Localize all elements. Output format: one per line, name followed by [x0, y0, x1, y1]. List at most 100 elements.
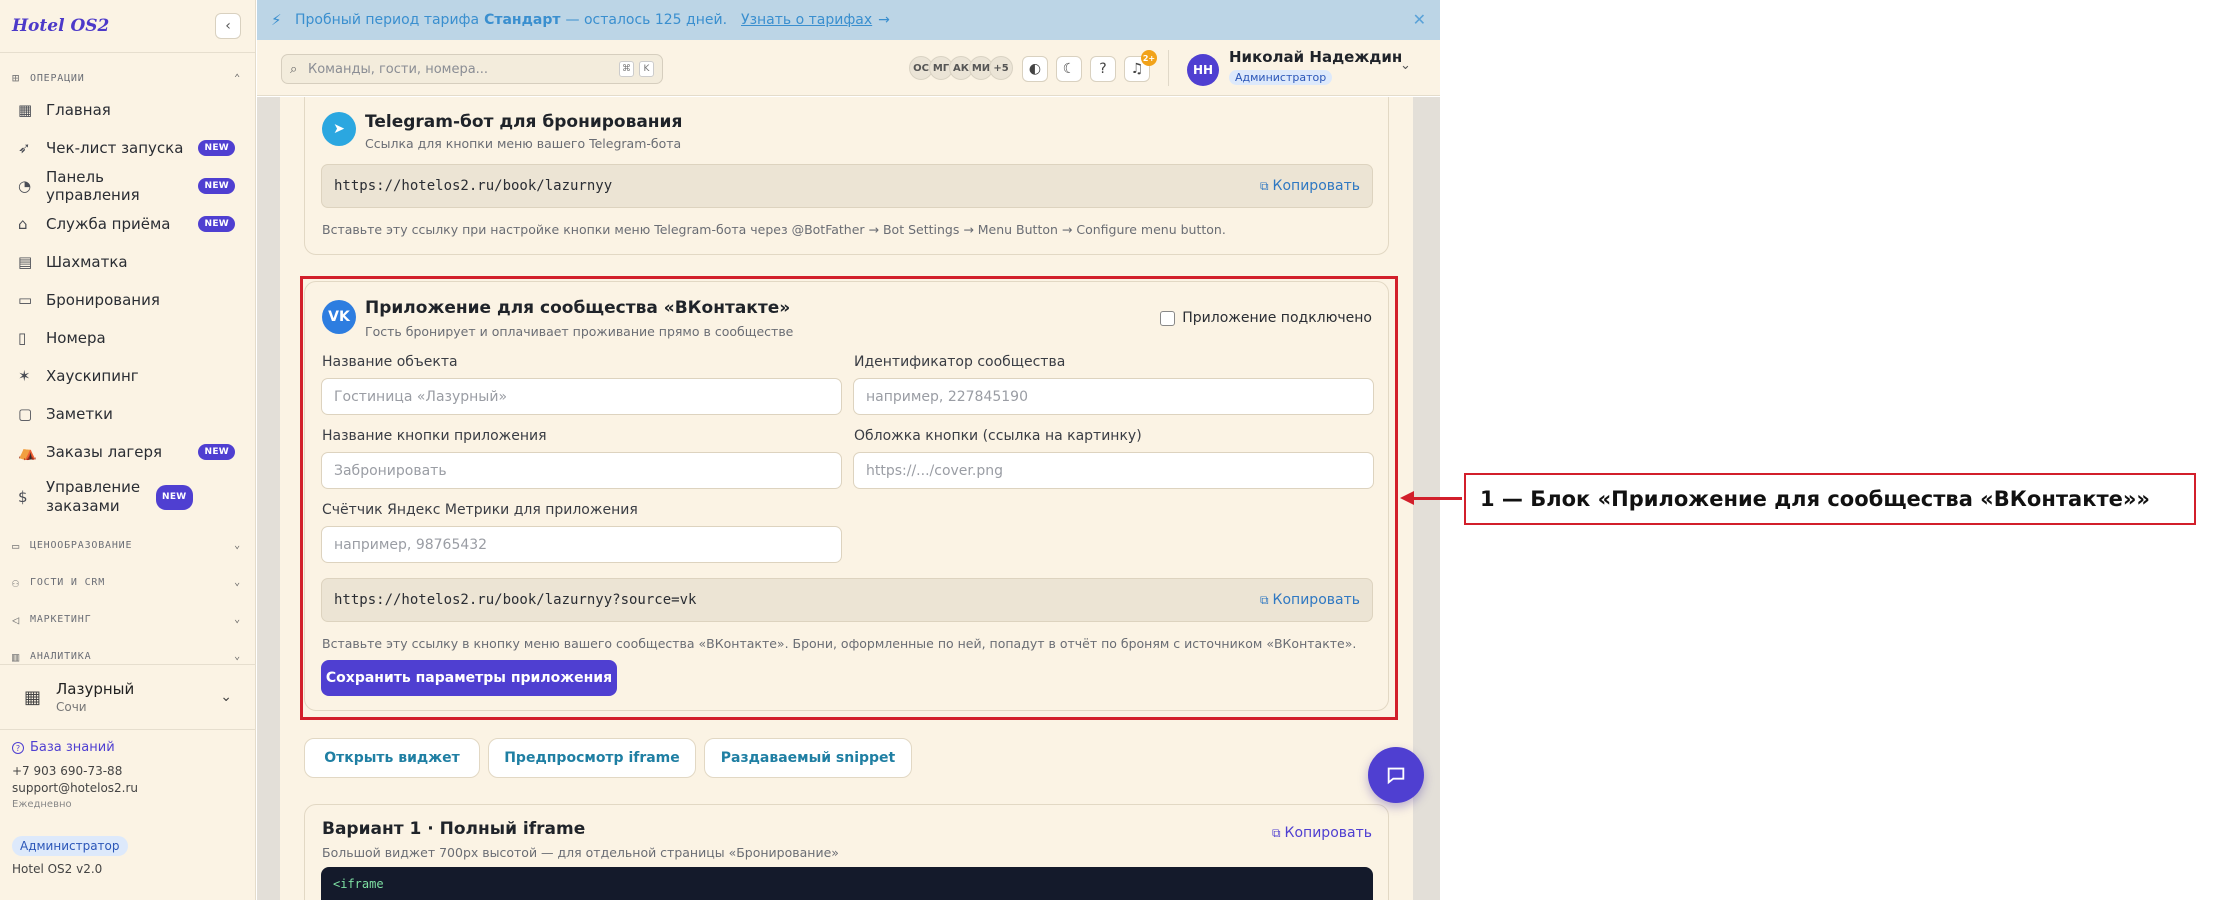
new-badge: NEW: [198, 178, 235, 194]
chevron-down-icon[interactable]: ⌄: [1400, 58, 1411, 73]
sidebar-item-label: Шахматка: [46, 253, 128, 271]
sidebar-item-home[interactable]: ▦ Главная: [0, 91, 255, 129]
group-label: ГОСТИ И CRM: [30, 577, 106, 588]
users-icon: ⚇: [12, 575, 21, 590]
knowledge-base-link[interactable]: ? База знаний: [12, 740, 244, 755]
trial-banner: ⚡ Пробный период тарифа Стандарт — остал…: [257, 0, 1440, 40]
sidebar-collapse-button[interactable]: ‹: [215, 13, 241, 39]
sidebar-item-label: Панель управления: [46, 168, 140, 204]
property-name: Лазурный: [56, 680, 135, 698]
theme-palette-button[interactable]: ◐: [1022, 56, 1048, 82]
variant-copy-button[interactable]: ⧉ Копировать: [1272, 825, 1372, 841]
group-label: ЦЕНООБРАЗОВАНИЕ: [30, 540, 133, 551]
user-avatar[interactable]: НН: [1187, 54, 1219, 86]
lightning-icon: ⚡: [271, 11, 282, 29]
sidebar-item-notes[interactable]: ▢ Заметки: [0, 395, 255, 433]
chevron-down-icon: ⌄: [220, 689, 232, 705]
chat-bubble-icon: [1387, 767, 1405, 785]
sidebar-nav: ⊞ ОПЕРАЦИИ ⌃ ▦ Главная ➶ Чек-лист запуск…: [0, 53, 255, 663]
property-switcher[interactable]: ▦ Лазурный Сочи ⌄: [0, 664, 256, 730]
group-pricing-header[interactable]: ▭ ЦЕНООБРАЗОВАНИЕ ⌄: [0, 527, 255, 564]
kbd-k: K: [639, 61, 654, 77]
sidebar-item-rooms[interactable]: ▯ Номера: [0, 319, 255, 357]
sidebar-item-control-panel[interactable]: ◔ Панель управления NEW: [0, 167, 255, 205]
iframe-code-block[interactable]: <iframe: [321, 867, 1373, 900]
chevron-down-icon: ⌄: [234, 577, 241, 588]
megaphone-icon: ◁: [12, 612, 21, 627]
sidebar-item-front-desk[interactable]: ⌂ Служба приёма NEW: [0, 205, 255, 243]
building-icon: ▦: [24, 686, 42, 708]
telegram-copy-button[interactable]: ⧉ Копировать: [1260, 178, 1360, 194]
trial-plan: Стандарт: [484, 12, 561, 28]
annotation-label: 1 — Блок «Приложение для сообщества «ВКо…: [1480, 487, 2150, 511]
chevron-left-icon: ‹: [225, 18, 231, 34]
sidebar-item-chessboard[interactable]: ▤ Шахматка: [0, 243, 255, 281]
sidebar-item-order-management[interactable]: $ Управление заказами NEW: [0, 471, 255, 523]
clipboard-icon: ▭: [18, 291, 33, 309]
chevron-down-icon: ⌄: [234, 540, 241, 551]
online-users[interactable]: ОС МГ АК МИ +5: [909, 56, 1013, 80]
telegram-url[interactable]: https://hotelos2.ru/book/lazurnyy: [334, 178, 1260, 194]
pricing-link[interactable]: Узнать о тарифах: [741, 12, 872, 28]
sidebar-item-camp-orders[interactable]: ⛺ Заказы лагеря NEW: [0, 433, 255, 471]
bell-icon: ♫: [1130, 61, 1144, 77]
sidebar-item-label: Чек-лист запуска: [46, 139, 184, 157]
sidebar-item-label: Хаускипинг: [46, 367, 139, 385]
annotation-arrow-head-icon: [1400, 491, 1414, 505]
sidebar: Hotel OS2 ‹ ⊞ ОПЕРАЦИИ ⌃ ▦ Главная ➶ Чек…: [0, 0, 256, 900]
group-marketing-header[interactable]: ◁ МАРКЕТИНГ ⌄: [0, 601, 255, 638]
sidebar-item-bookings[interactable]: ▭ Бронирования: [0, 281, 255, 319]
group-guests-crm-header[interactable]: ⚇ ГОСТИ И CRM ⌄: [0, 564, 255, 601]
moon-icon: ☾: [1062, 61, 1076, 77]
kbd-cmd: ⌘: [619, 61, 634, 77]
sidebar-item-launch-checklist[interactable]: ➶ Чек-лист запуска NEW: [0, 129, 255, 167]
chevron-down-icon: ⌄: [234, 651, 241, 662]
palette-icon: ◐: [1028, 61, 1042, 77]
sidebar-header: Hotel OS2 ‹: [0, 0, 255, 53]
grid-small-icon: ⊞: [12, 71, 21, 85]
sidebar-item-label: Главная: [46, 101, 111, 119]
close-banner-icon[interactable]: ✕: [1413, 10, 1426, 29]
app-version: Hotel OS2 v2.0: [12, 862, 103, 876]
group-label: АНАЛИТИКА: [30, 651, 92, 662]
shared-snippet-button[interactable]: Раздаваемый snippet: [704, 738, 912, 778]
support-phone[interactable]: +7 903 690-73-88: [12, 764, 244, 778]
chat-fab-button[interactable]: [1368, 747, 1424, 803]
command-search[interactable]: ⌕ ⌘ K: [281, 54, 663, 84]
telegram-card-subtitle: Ссылка для кнопки меню вашего Telegram-б…: [365, 136, 682, 151]
sidebar-item-label: Управление заказами: [46, 478, 141, 515]
collapsed-groups: ▭ ЦЕНООБРАЗОВАНИЕ ⌄ ⚇ ГОСТИ И CRM ⌄ ◁ МА…: [0, 527, 255, 664]
brand-logo[interactable]: Hotel OS2: [12, 16, 109, 36]
open-widget-button[interactable]: Открыть виджет: [304, 738, 480, 778]
telegram-bot-card: ➤ Telegram-бот для бронирования Ссылка д…: [304, 97, 1389, 255]
support-schedule: Ежедневно: [12, 799, 72, 810]
avatar-more[interactable]: +5: [989, 56, 1013, 80]
support-email[interactable]: support@hotelos2.ru: [12, 781, 244, 795]
chart-icon: ▥: [12, 649, 21, 664]
code-text: <iframe: [333, 877, 384, 891]
variant-card-title: Вариант 1 · Полный iframe: [322, 819, 586, 839]
notifications-button[interactable]: ♫ 2+: [1124, 50, 1157, 82]
property-info: Лазурный Сочи: [56, 680, 220, 714]
new-badge: NEW: [198, 444, 235, 460]
user-name[interactable]: Николай Надеждин: [1229, 48, 1402, 66]
help-button[interactable]: ?: [1090, 56, 1116, 82]
copy-icon: ⧉: [1259, 178, 1269, 193]
sparkle-icon: ✶: [18, 367, 31, 385]
notifications-count: 2+: [1141, 50, 1157, 66]
sidebar-item-label: Заказы лагеря: [46, 443, 163, 461]
group-operations-header[interactable]: ⊞ ОПЕРАЦИИ ⌃: [0, 65, 255, 91]
search-input[interactable]: [308, 61, 614, 77]
dashboard-grid-icon: ▦: [18, 101, 33, 119]
sidebar-footer: ? База знаний +7 903 690-73-88 support@h…: [12, 740, 244, 876]
sidebar-item-housekeeping[interactable]: ✶ Хаускипинг: [0, 357, 255, 395]
variant-full-iframe-card: Вариант 1 · Полный iframe Большой виджет…: [304, 804, 1389, 900]
preview-iframe-button[interactable]: Предпросмотр iframe: [488, 738, 696, 778]
annotation-callout: 1 — Блок «Приложение для сообщества «ВКо…: [1464, 473, 2196, 525]
new-badge: NEW: [198, 216, 235, 232]
chevron-down-icon: ⌄: [234, 614, 241, 625]
annotation-highlight-box: [300, 276, 1398, 720]
dark-mode-button[interactable]: ☾: [1056, 56, 1082, 82]
group-analytics-header[interactable]: ▥ АНАЛИТИКА ⌄: [0, 638, 255, 664]
telegram-url-box: https://hotelos2.ru/book/lazurnyy ⧉ Копир…: [321, 164, 1373, 208]
